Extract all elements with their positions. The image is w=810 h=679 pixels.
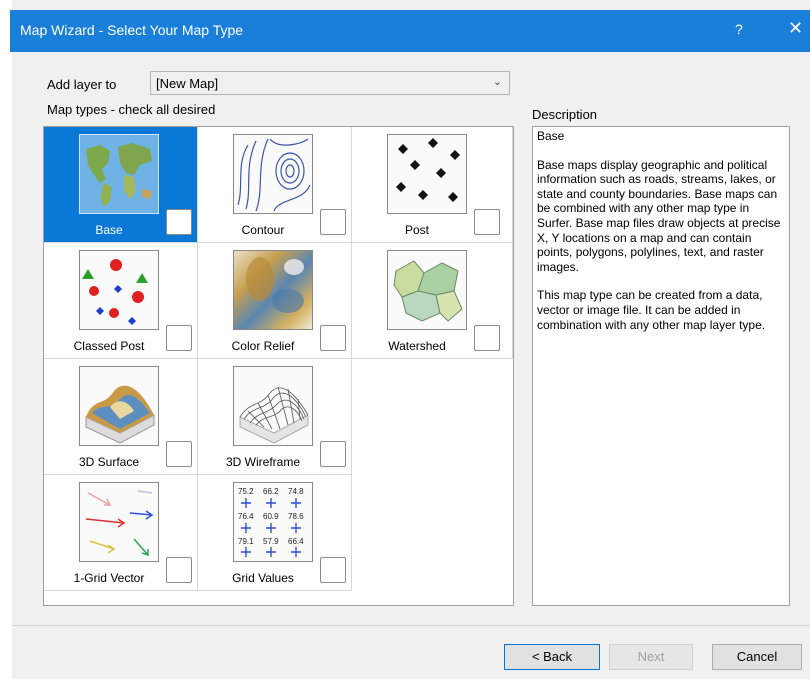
help-button[interactable]: ? — [735, 21, 743, 37]
map-types-grid: Base Contour Post Classed Post Color Rel… — [43, 126, 514, 606]
grid-value: 74.8 — [288, 487, 304, 496]
color-relief-map-icon — [233, 250, 313, 330]
post-map-icon — [387, 134, 467, 214]
map-type-watershed[interactable]: Watershed — [352, 243, 513, 359]
map-type-label: Classed Post — [73, 339, 145, 353]
cancel-button[interactable]: Cancel — [712, 644, 802, 670]
add-layer-dropdown[interactable]: [New Map] ⌄ — [150, 71, 510, 95]
description-label: Description — [532, 107, 598, 122]
grid-value: 66.4 — [288, 537, 304, 546]
base-map-icon — [79, 134, 159, 214]
add-layer-label: Add layer to — [47, 77, 117, 92]
map-type-checkbox[interactable] — [320, 209, 346, 235]
map-type-classed-post[interactable]: Classed Post — [44, 243, 198, 359]
grid-values-map-icon: 75.2 66.2 74.8 76.4 60.9 78.6 79.1 57.9 … — [233, 482, 313, 562]
map-type-contour[interactable]: Contour — [198, 127, 352, 243]
watershed-map-icon — [387, 250, 467, 330]
map-type-checkbox[interactable] — [166, 209, 192, 235]
map-types-label: Map types - check all desired — [47, 102, 216, 117]
grid-value: 66.2 — [263, 487, 279, 496]
add-layer-value: [New Map] — [156, 76, 219, 91]
grid-value: 75.2 — [238, 487, 254, 496]
map-type-label: Post — [404, 223, 429, 237]
map-type-1-grid-vector[interactable]: 1-Grid Vector — [44, 475, 198, 591]
grid-value: 57.9 — [263, 537, 279, 546]
map-type-checkbox[interactable] — [320, 441, 346, 467]
grid-value: 76.4 — [238, 512, 254, 521]
contour-map-icon — [233, 134, 313, 214]
map-type-checkbox[interactable] — [320, 557, 346, 583]
chevron-down-icon: ⌄ — [492, 76, 502, 88]
1-grid-vector-map-icon — [79, 482, 159, 562]
description-box: Base Base maps display geographic and po… — [532, 126, 790, 606]
divider — [12, 625, 810, 626]
3d-wireframe-map-icon — [233, 366, 313, 446]
classed-post-map-icon — [79, 250, 159, 330]
next-button[interactable]: Next — [609, 644, 693, 670]
back-button[interactable]: < Back — [504, 644, 600, 670]
map-type-label: 3D Wireframe — [225, 455, 300, 469]
grid-value: 60.9 — [263, 512, 279, 521]
grid-value: 79.1 — [238, 537, 254, 546]
map-type-label: Base — [95, 223, 123, 237]
close-button[interactable]: ✕ — [788, 18, 803, 39]
background-strip — [0, 0, 12, 679]
map-type-label: Contour — [241, 223, 285, 237]
title-bar: Map Wizard - Select Your Map Type ? ✕ — [10, 10, 810, 52]
3d-surface-map-icon — [79, 366, 159, 446]
map-type-label: Grid Values — [232, 571, 294, 585]
map-type-label: 3D Surface — [78, 455, 140, 469]
map-type-grid-values[interactable]: 75.2 66.2 74.8 76.4 60.9 78.6 79.1 57.9 … — [198, 475, 352, 591]
map-wizard-dialog: Map Wizard - Select Your Map Type ? ✕ Ad… — [0, 0, 810, 679]
map-type-checkbox[interactable] — [320, 325, 346, 351]
description-heading: Base — [537, 129, 565, 143]
map-type-checkbox[interactable] — [474, 209, 500, 235]
map-type-checkbox[interactable] — [474, 325, 500, 351]
map-type-color-relief[interactable]: Color Relief — [198, 243, 352, 359]
description-paragraph: This map type can be created from a data… — [537, 288, 766, 332]
map-type-3d-surface[interactable]: 3D Surface — [44, 359, 198, 475]
map-type-checkbox[interactable] — [166, 325, 192, 351]
window-title: Map Wizard - Select Your Map Type — [20, 22, 244, 38]
map-type-label: Color Relief — [231, 339, 295, 353]
map-type-checkbox[interactable] — [166, 557, 192, 583]
description-paragraph: Base maps display geographic and politic… — [537, 157, 781, 274]
map-type-post[interactable]: Post — [352, 127, 513, 243]
grid-value: 78.6 — [288, 512, 304, 521]
map-type-label: Watershed — [388, 339, 446, 353]
map-type-checkbox[interactable] — [166, 441, 192, 467]
map-type-3d-wireframe[interactable]: 3D Wireframe — [198, 359, 352, 475]
map-type-base[interactable]: Base — [44, 127, 198, 243]
map-type-label: 1-Grid Vector — [73, 571, 145, 585]
